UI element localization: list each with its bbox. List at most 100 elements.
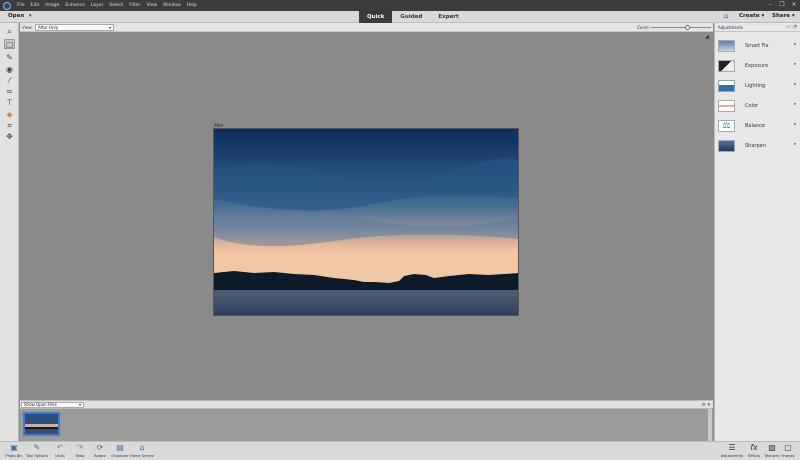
menu-file[interactable]: File	[17, 3, 25, 8]
window-controls: – ❐ ✕	[766, 1, 798, 9]
tab-quick[interactable]: Quick	[359, 11, 393, 23]
color-icon	[718, 100, 735, 112]
tab-expert[interactable]: Expert	[430, 11, 466, 23]
chevron-down-icon: ▾	[78, 402, 81, 407]
adjustments-panel-title: Adjustments	[718, 25, 744, 30]
menu-bar: File Edit Image Enhance Layer Select Fil…	[0, 0, 800, 11]
close-icon[interactable]: ✕	[790, 1, 798, 9]
create-button[interactable]: Create ▾	[739, 13, 764, 19]
sharpen-icon	[718, 140, 735, 152]
eye-tool-icon[interactable]: ◉	[4, 65, 15, 75]
bottom-label: Adjustments	[720, 454, 744, 458]
menu-window[interactable]: Window	[163, 3, 181, 8]
bin-select[interactable]: Show Open Files ▾	[21, 402, 84, 408]
chevron-down-icon: ▸	[794, 82, 797, 87]
adjustments-panel: Adjustments ▭ ◔ Smart Fix ▸ Exposure ▸ L…	[714, 23, 800, 441]
canvas-area[interactable]: ◢ After	[20, 32, 713, 400]
share-label: Share	[772, 13, 791, 19]
crop-tool-icon[interactable]: ⌗	[4, 121, 15, 131]
menu-view[interactable]: View	[146, 3, 157, 8]
adjustment-exposure[interactable]: Exposure ▸	[715, 59, 800, 73]
collapse-icon[interactable]: ◢	[705, 35, 710, 40]
menu-enhance[interactable]: Enhance	[65, 3, 84, 8]
tool-options-icon: ✎	[33, 443, 41, 452]
zoom-label: Zoom:	[637, 25, 650, 30]
move-tool-icon[interactable]: ✥	[4, 132, 15, 142]
frames-icon: ▢	[784, 443, 792, 452]
adjustment-label: Sharpen	[745, 143, 766, 149]
home-screen-button[interactable]: ⌂ Home Screen	[130, 443, 154, 460]
menu-help[interactable]: Help	[187, 3, 197, 8]
app-logo-icon[interactable]	[3, 1, 11, 10]
open-button[interactable]: Open	[8, 13, 24, 19]
view-select[interactable]: After Only ▾	[35, 24, 114, 31]
chevron-down-icon[interactable]: ▾	[29, 13, 32, 19]
adjustments-icon: ☰	[728, 443, 736, 452]
chevron-down-icon: ▸	[794, 102, 797, 107]
options-bar: View: After Only ▾ Zoom: 100%	[20, 23, 728, 32]
restore-icon[interactable]: ❐	[778, 1, 786, 9]
minimize-icon[interactable]: –	[766, 1, 774, 9]
photo-image[interactable]	[213, 128, 519, 316]
smart-fix-icon	[718, 40, 735, 52]
menu-select[interactable]: Select	[109, 3, 123, 8]
bottom-label: Organizer	[111, 454, 129, 458]
toolbox: ⌕ ▢ ✎ ◉ ⁄ ≈ T ◈ ⌗ ✥	[0, 23, 19, 441]
bin-select-value: Show Open Files	[24, 402, 57, 407]
menu-edit[interactable]: Edit	[31, 3, 40, 8]
frames-button[interactable]: ▢ Frames	[776, 443, 800, 460]
bottom-label: Home Screen	[130, 454, 155, 458]
panel-options-icon[interactable]: ▭ ◔	[786, 24, 797, 30]
lighting-icon	[718, 80, 735, 92]
share-button[interactable]: Share ▾	[772, 13, 795, 19]
adjustments-panel-header: Adjustments ▭ ◔	[715, 23, 800, 32]
bottom-toolbar: ▣ Photo Bin ✎ Tool Options ↶ Undo ↷ Redo…	[0, 441, 800, 460]
whiten-teeth-tool-icon[interactable]: ⁄	[4, 76, 15, 86]
adjustments-button[interactable]: ☰ Adjustments	[720, 443, 744, 460]
view-select-value: After Only	[38, 25, 59, 30]
organizer-button[interactable]: ▤ Organizer	[108, 443, 132, 460]
tab-guided[interactable]: Guided	[392, 11, 430, 23]
exposure-icon	[718, 60, 735, 72]
photo-bin-button[interactable]: ▣ Photo Bin	[2, 443, 26, 460]
view-label: View:	[22, 25, 33, 30]
bin-menu-icon[interactable]: ≡ ▾	[702, 402, 710, 408]
straighten-tool-icon[interactable]: ≈	[4, 87, 15, 97]
type-tool-icon[interactable]: T	[4, 98, 15, 108]
photo-bin	[20, 409, 713, 441]
home-icon[interactable]: ⌂	[724, 13, 731, 20]
bin-thumbnail-svg	[25, 414, 58, 434]
adjustment-label: Lighting	[745, 83, 766, 89]
adjustment-smart-fix[interactable]: Smart Fix ▸	[715, 39, 800, 53]
tool-options-button[interactable]: ✎ Tool Options	[25, 443, 49, 460]
adjustment-label: Exposure	[745, 63, 769, 69]
quick-selection-tool-icon[interactable]: ✎	[4, 53, 15, 63]
adjustment-sharpen[interactable]: Sharpen ▸	[715, 139, 800, 153]
chevron-down-icon: ▾	[108, 25, 111, 30]
home-screen-icon: ⌂	[139, 443, 145, 452]
zoom-slider-handle[interactable]	[684, 25, 690, 30]
bin-thumbnail[interactable]	[23, 412, 60, 436]
adjustment-label: Color	[745, 103, 759, 109]
bottom-label: Frames	[781, 454, 795, 458]
spot-healing-tool-icon[interactable]: ◈	[4, 110, 15, 120]
photo-bin-icon: ▣	[10, 443, 18, 452]
adjustment-balance[interactable]: ⚖ Balance ▸	[715, 119, 800, 133]
bin-scrollbar[interactable]	[708, 409, 712, 441]
menu-filter[interactable]: Filter	[129, 3, 140, 8]
hand-tool-icon[interactable]: ▢	[4, 39, 15, 49]
bottom-label: Photo Bin	[5, 454, 23, 458]
create-label: Create	[739, 13, 760, 19]
mode-tabs: Quick Guided Expert	[359, 11, 467, 23]
mode-bar: Open ▾ Quick Guided Expert ⌂ Create ▾ Sh…	[0, 11, 800, 23]
organizer-icon: ▤	[116, 443, 124, 452]
zoom-tool-icon[interactable]: ⌕	[4, 27, 15, 37]
zoom-slider[interactable]	[651, 25, 711, 30]
adjustment-lighting[interactable]: Lighting ▸	[715, 79, 800, 93]
adjustment-color[interactable]: Color ▸	[715, 99, 800, 113]
chevron-down-icon: ▸	[794, 62, 797, 67]
menu-image[interactable]: Image	[45, 3, 59, 8]
menu-layer[interactable]: Layer	[91, 3, 104, 8]
adjustment-label: Smart Fix	[745, 43, 769, 49]
adjustment-label: Balance	[745, 123, 765, 129]
